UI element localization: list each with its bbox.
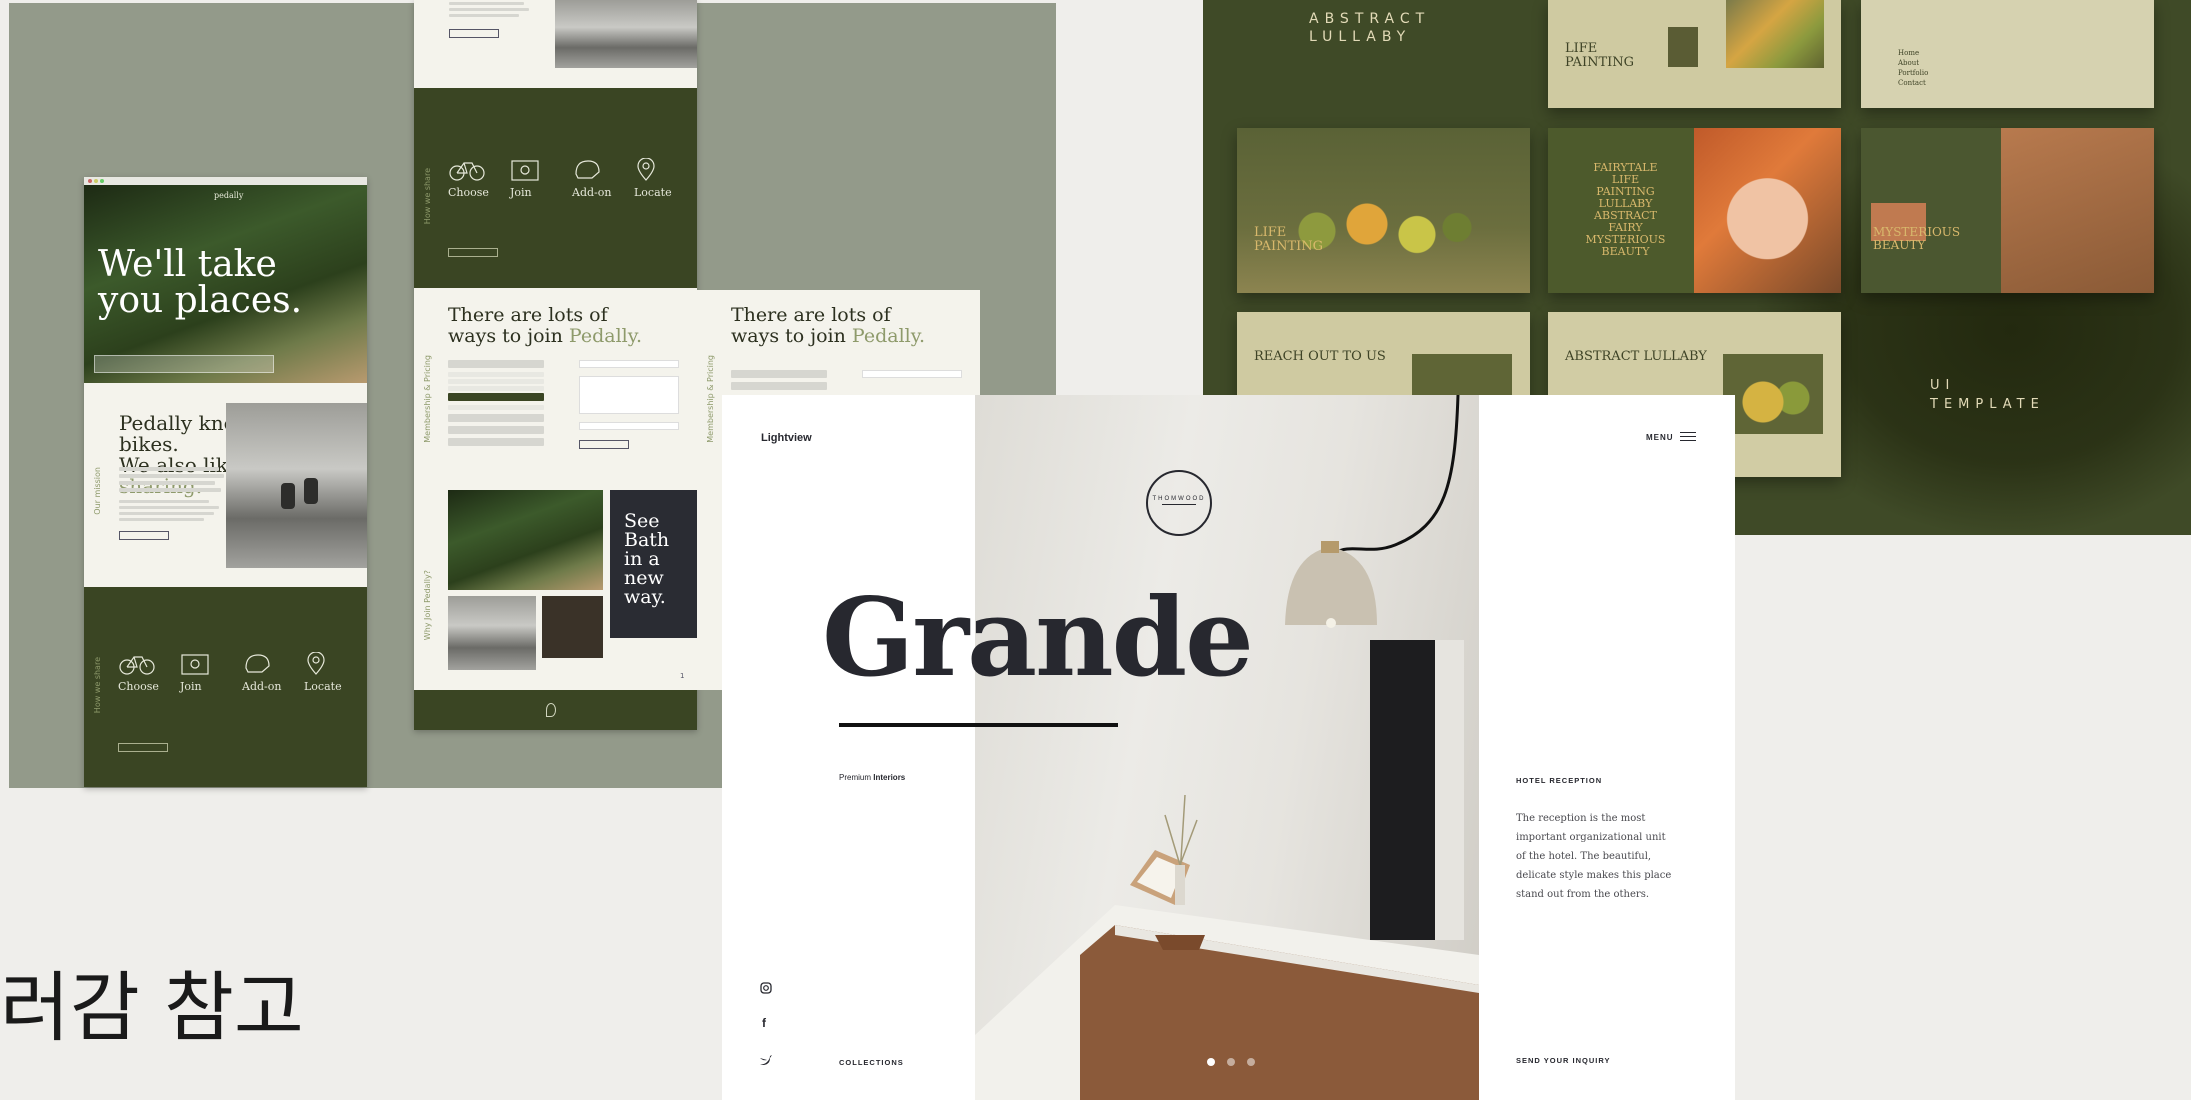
bicycle-icon: [119, 656, 155, 675]
slider-dot[interactable]: [1227, 1058, 1235, 1066]
step-locate: Locate: [304, 651, 346, 693]
helmet-icon: [575, 160, 600, 179]
steps-row: Choose Join Add-on Locate: [118, 651, 346, 693]
hamburger-icon[interactable]: [1680, 432, 1696, 441]
subtitle: Premium Interiors: [839, 773, 906, 782]
hero-title: We'll take you places.: [98, 244, 303, 321]
browser-bar: [84, 177, 367, 185]
footer-logo-icon: [546, 703, 556, 717]
card-icon: [511, 160, 539, 181]
card-life-painting-fruits: LIFE PAINTING: [1237, 128, 1530, 293]
side-label-membership: Membership & Pricing: [423, 355, 432, 443]
membership-form[interactable]: [579, 360, 684, 449]
join-heading-2: There are lots of ways to join Pedally.: [731, 304, 925, 347]
card-reach-out: REACH OUT TO US: [1237, 312, 1530, 402]
side-label-how: How we share: [93, 657, 102, 714]
membership-options[interactable]: [448, 360, 548, 450]
pedally-page-left: pedally We'll take you places. Pedally k…: [84, 177, 367, 787]
bicycle-icon: [449, 162, 485, 181]
pedally-logo: pedally: [214, 191, 244, 200]
section-heading: HOTEL RECEPTION: [1516, 776, 1603, 785]
grande-board: Lightview MENU THOMWOOD Grande Premium I…: [722, 395, 1735, 1100]
step-join-2: Join: [510, 158, 552, 199]
road-cyclists-photo: [555, 0, 697, 68]
section-body: The reception is the most important orga…: [1516, 813, 1672, 900]
page-number: 1: [680, 672, 685, 680]
step-choose-2: Choose: [448, 158, 490, 199]
intro-text: [449, 2, 529, 38]
inquiry-link[interactable]: SEND YOUR INQUIRY: [1516, 1056, 1611, 1065]
location-pin-icon: [307, 651, 325, 675]
card-mysterious: MYSTERIOUS BEAUTY: [1861, 128, 2154, 293]
grande-title: Grande: [822, 575, 1254, 701]
reception-photo: [975, 395, 1479, 1100]
instagram-icon[interactable]: [760, 982, 772, 994]
side-label-why: Why Join Pedally?: [423, 570, 432, 641]
ui-template-label: UI TEMPLATE: [1930, 378, 2045, 412]
slider-dot-active[interactable]: [1207, 1058, 1215, 1066]
helmet-icon: [245, 654, 270, 673]
bike-rack-photo: [448, 596, 536, 670]
step-addon-2: Add-on: [572, 158, 614, 199]
lullaby-title: ABSTRACT LULLABY: [1309, 11, 1431, 45]
collections-link[interactable]: COLLECTIONS: [839, 1058, 904, 1067]
step-choose: Choose: [118, 652, 160, 693]
card-life-painting-top: LIFE PAINTING: [1548, 0, 1841, 108]
twitter-icon[interactable]: [759, 1055, 772, 1066]
pedally-page-middle: How we share Choose Join Add-on Locate M…: [414, 0, 697, 730]
hero-search-bar[interactable]: [94, 355, 274, 373]
lamp-illustration: [975, 395, 1479, 1100]
card-icon: [181, 654, 209, 675]
forest-trail-photo: [448, 490, 603, 590]
step-join: Join: [180, 652, 222, 693]
location-pin-icon: [637, 157, 655, 181]
side-label-how-2: How we share: [423, 168, 432, 225]
thomwood-badge: THOMWOOD: [1146, 470, 1212, 536]
membership-form-2[interactable]: [862, 370, 967, 386]
steps-row-2: Choose Join Add-on Locate: [448, 157, 676, 199]
side-label-mission: Our mission: [93, 467, 102, 515]
join-heading: There are lots of ways to join Pedally.: [448, 304, 642, 347]
footer: [414, 690, 697, 730]
menu-label[interactable]: MENU: [1646, 433, 1674, 442]
card-fairytale: FAIRYTALE LIFE PAINTING LULLABY ABSTRACT…: [1548, 128, 1841, 293]
step-addon: Add-on: [242, 652, 284, 693]
korean-caption: 러감 참고: [0, 963, 304, 1052]
mission-text: [119, 467, 229, 540]
steps-section: How we share Choose Join Add-on Locate: [84, 587, 367, 787]
step-locate-2: Locate: [634, 157, 676, 199]
membership-options-2[interactable]: [731, 370, 831, 394]
cafe-photo: [542, 596, 603, 658]
facebook-icon[interactable]: f: [762, 1016, 766, 1030]
side-label-membership-2: Membership & Pricing: [706, 355, 715, 443]
slider-dot[interactable]: [1247, 1058, 1255, 1066]
cyclists-photo: [226, 403, 367, 568]
brand-logo[interactable]: Lightview: [761, 432, 812, 444]
hero-forest-image: pedally We'll take you places.: [84, 185, 367, 383]
title-underline: [839, 723, 1118, 727]
steps-section-2: How we share Choose Join Add-on Locate: [414, 88, 697, 288]
card-menu: Home About Portfolio Contact: [1861, 0, 2154, 108]
see-bath-card: See Bath in a new way.: [610, 490, 697, 638]
